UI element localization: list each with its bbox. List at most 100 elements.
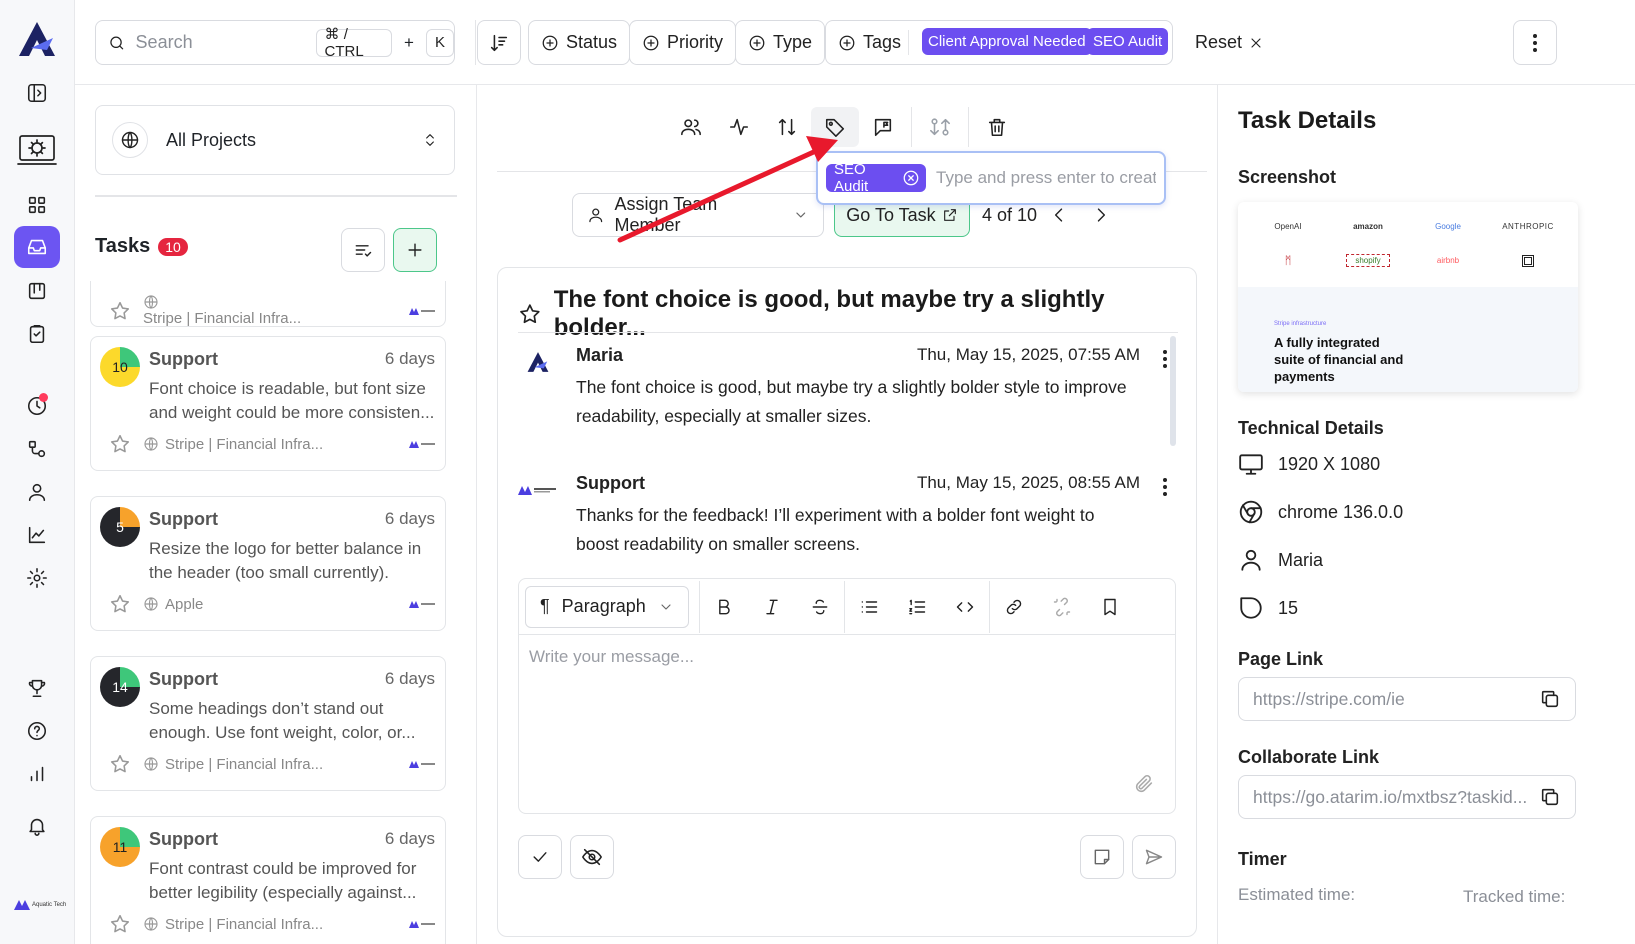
- merge-button[interactable]: [916, 107, 964, 147]
- tasks-title: Tasks: [95, 235, 151, 257]
- code-button[interactable]: [941, 586, 989, 628]
- chart-line-icon[interactable]: [14, 514, 60, 556]
- tag-input-popover[interactable]: SEO Audit: [816, 151, 1166, 205]
- unlink-button[interactable]: [1038, 586, 1086, 628]
- clock-icon[interactable]: [14, 385, 60, 427]
- numbered-list-button[interactable]: [893, 586, 941, 628]
- bullet-list-button[interactable]: [845, 586, 893, 628]
- user-icon[interactable]: [14, 471, 60, 513]
- comment-body: The font choice is good, but maybe try a…: [576, 377, 1127, 426]
- star-icon[interactable]: [109, 913, 131, 935]
- workspace-logo[interactable]: Aquatic Tech: [14, 900, 66, 910]
- type-button[interactable]: [859, 107, 907, 147]
- workflow-icon[interactable]: [14, 428, 60, 470]
- tag-chip-seo-audit[interactable]: SEO Audit: [1087, 28, 1169, 55]
- more-menu-button[interactable]: [1513, 20, 1557, 65]
- task-card[interactable]: 5 Support 6 days Resize the logo for better…: [90, 496, 446, 631]
- screenshot-thumbnail[interactable]: OpenAI amazon Google ANTHROPIC ᛗ shopify…: [1238, 202, 1578, 392]
- inbox-icon[interactable]: [14, 226, 60, 268]
- help-icon[interactable]: [14, 710, 60, 752]
- shortcut-plus: +: [404, 32, 414, 52]
- search-input[interactable]: [135, 32, 306, 53]
- star-icon[interactable]: [518, 302, 542, 326]
- go-to-task-label: Go To Task: [846, 204, 936, 225]
- globe-icon: [112, 122, 148, 158]
- paperclip-icon[interactable]: [1133, 773, 1155, 795]
- italic-button[interactable]: [748, 586, 796, 628]
- status-filter-button[interactable]: Status: [528, 20, 631, 65]
- tag-chip-seo-audit[interactable]: SEO Audit: [826, 161, 926, 195]
- numbered-list-icon: [908, 599, 925, 614]
- paragraph-style-dropdown[interactable]: ¶ Paragraph: [525, 585, 689, 628]
- shortcut-mod-key: ⌘ / CTRL: [315, 26, 393, 60]
- status-button[interactable]: [715, 107, 763, 147]
- message-input[interactable]: [529, 647, 1159, 767]
- assign-team-member-dropdown[interactable]: Assign Team Member: [572, 193, 824, 237]
- project-selector[interactable]: All Projects: [95, 105, 455, 175]
- task-card-partial[interactable]: Stripe | Financial Infra...: [90, 281, 446, 327]
- flag-message-icon: [874, 118, 892, 137]
- task-age: 6 days: [384, 669, 435, 688]
- thread-scrollbar[interactable]: [1170, 336, 1176, 446]
- workspace-label: Aquatic Tech: [32, 902, 67, 908]
- remove-tag-icon[interactable]: [902, 168, 920, 188]
- strikethrough-button[interactable]: [796, 586, 844, 628]
- internal-note-button[interactable]: [1080, 835, 1124, 879]
- page-link-label: Page Link: [1238, 649, 1324, 669]
- link-button[interactable]: [990, 586, 1038, 628]
- send-button[interactable]: [1132, 835, 1176, 879]
- copy-icon[interactable]: [1539, 786, 1561, 808]
- type-filter-button[interactable]: Type: [735, 20, 826, 65]
- site-settings-icon[interactable]: [14, 124, 60, 174]
- task-card[interactable]: 10 Support 6 days Font choice is readable, …: [90, 336, 446, 471]
- add-task-button[interactable]: [393, 228, 437, 272]
- delete-button[interactable]: [973, 107, 1021, 147]
- task-list[interactable]: Stripe | Financial Infra... 10 Support 6 d…: [75, 281, 476, 944]
- bar-chart-icon[interactable]: [14, 753, 60, 795]
- bell-icon[interactable]: [14, 805, 60, 847]
- chevron-left-icon[interactable]: [1049, 205, 1069, 225]
- kebab-icon[interactable]: [1162, 349, 1168, 369]
- star-icon[interactable]: [109, 753, 131, 775]
- page-link-field[interactable]: https://stripe.com/ie: [1238, 677, 1576, 721]
- resolve-button[interactable]: [518, 835, 562, 879]
- tag-chip-client-approval[interactable]: Client Approval Needed: [922, 28, 1092, 55]
- assignees-button[interactable]: [667, 107, 715, 147]
- clipboard-icon[interactable]: [14, 313, 60, 355]
- task-filter-button[interactable]: [341, 228, 385, 272]
- trophy-icon[interactable]: [14, 667, 60, 709]
- collaborate-link-value: https://go.atarim.io/mxtbsz?taskid...: [1253, 786, 1528, 807]
- task-card[interactable]: 14 Support 6 days Some headings don’t stand…: [90, 656, 446, 791]
- kebab-icon[interactable]: [1162, 477, 1168, 497]
- copy-icon[interactable]: [1539, 688, 1561, 710]
- reset-button[interactable]: Reset: [1195, 20, 1264, 65]
- priority-filter-button[interactable]: Priority: [629, 20, 737, 65]
- chevron-right-icon[interactable]: [1091, 205, 1111, 225]
- visibility-toggle-button[interactable]: [570, 835, 614, 879]
- board-icon[interactable]: [14, 270, 60, 312]
- gear-icon[interactable]: [14, 557, 60, 599]
- grid-icon[interactable]: [14, 184, 60, 226]
- task-card[interactable]: 11 Support 6 days Font contrast could be im…: [90, 816, 446, 944]
- bookmark-button[interactable]: [1086, 586, 1134, 628]
- collaborate-link-field[interactable]: https://go.atarim.io/mxtbsz?taskid...: [1238, 775, 1576, 819]
- tag-input[interactable]: [936, 168, 1156, 188]
- logo-text: airbnb: [1436, 256, 1460, 266]
- divider: [911, 107, 912, 147]
- bold-button[interactable]: [700, 586, 748, 628]
- tags-button[interactable]: [811, 107, 859, 147]
- star-icon[interactable]: [109, 433, 131, 455]
- star-icon[interactable]: [109, 300, 131, 322]
- sidebar-toggle-icon[interactable]: [14, 72, 60, 114]
- eye-off-icon: [582, 848, 602, 866]
- priority-button[interactable]: [763, 107, 811, 147]
- task-details-panel: Task Details Screenshot OpenAI amazon Go…: [1217, 85, 1635, 944]
- qr-logo-icon: [1522, 254, 1534, 267]
- star-icon[interactable]: [109, 593, 131, 615]
- search-box[interactable]: ⌘ / CTRL + K: [95, 20, 455, 65]
- comment: Support Thu, May 15, 2025, 08:55 AM Than…: [518, 473, 1168, 573]
- divider: [518, 332, 1178, 333]
- sort-button[interactable]: [477, 20, 521, 65]
- logo-text: amazon: [1353, 221, 1383, 231]
- atarim-logo[interactable]: [17, 20, 57, 58]
